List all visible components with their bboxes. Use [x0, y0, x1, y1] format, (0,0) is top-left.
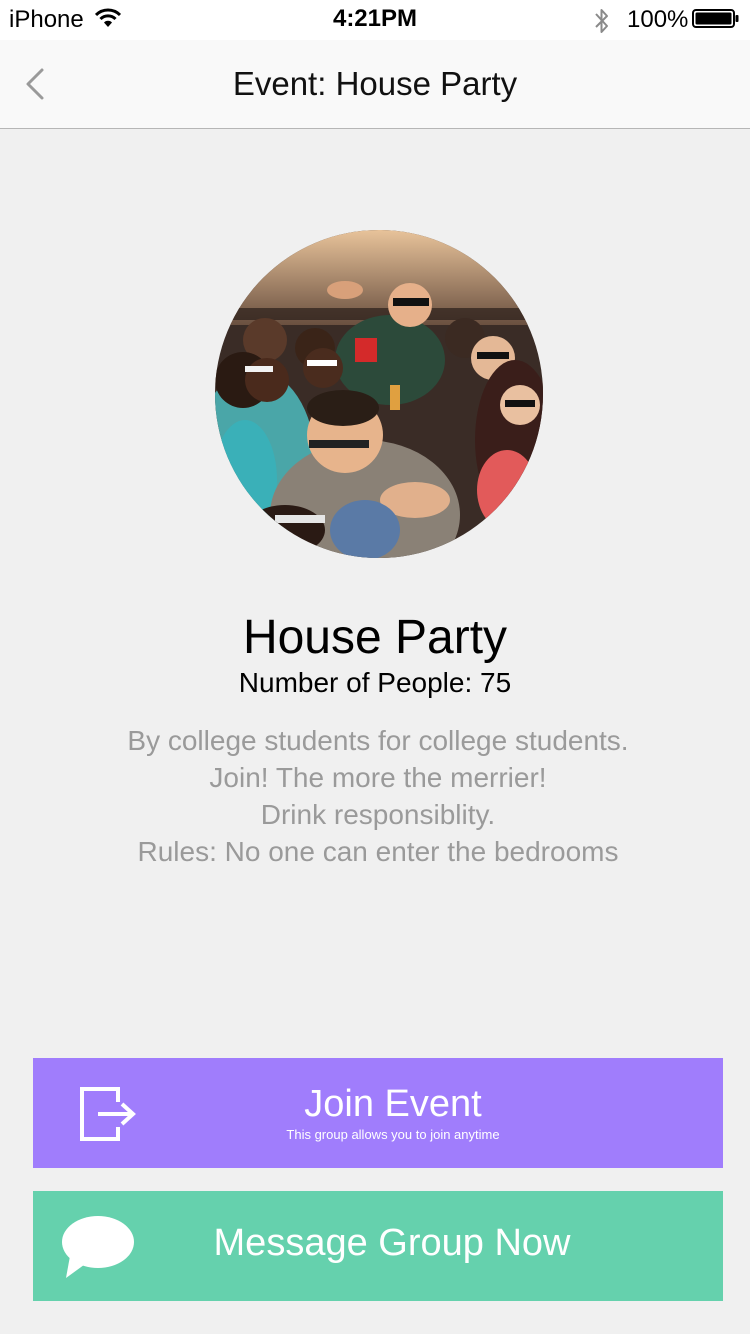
description-line: Join! The more the merrier!	[209, 762, 547, 793]
description-line: Drink responsiblity.	[260, 799, 496, 830]
description-line: Rules: No one can enter the bedrooms	[137, 836, 619, 867]
message-group-label: Message Group Now	[213, 1222, 571, 1264]
event-photo	[215, 230, 543, 558]
event-name: House Party	[242, 611, 508, 664]
status-bar: iPhone 4:21PM 100%	[0, 0, 750, 40]
battery-percent: 100%	[627, 6, 689, 33]
join-event-sublabel: This group allows you to join anytime	[286, 1127, 500, 1142]
join-event-button[interactable]: Join Event This group allows you to join…	[33, 1058, 723, 1168]
event-description: By college students for college students…	[0, 722, 750, 870]
bluetooth-icon	[593, 6, 611, 41]
navigation-bar: Event: House Party	[0, 40, 750, 129]
page-title: Event: House Party	[232, 65, 518, 102]
join-event-label: Join Event	[304, 1083, 482, 1125]
message-group-button[interactable]: Message Group Now	[33, 1191, 723, 1301]
battery-icon	[692, 9, 740, 34]
description-line: By college students for college students…	[127, 725, 629, 756]
people-count: Number of People: 75	[238, 667, 512, 698]
